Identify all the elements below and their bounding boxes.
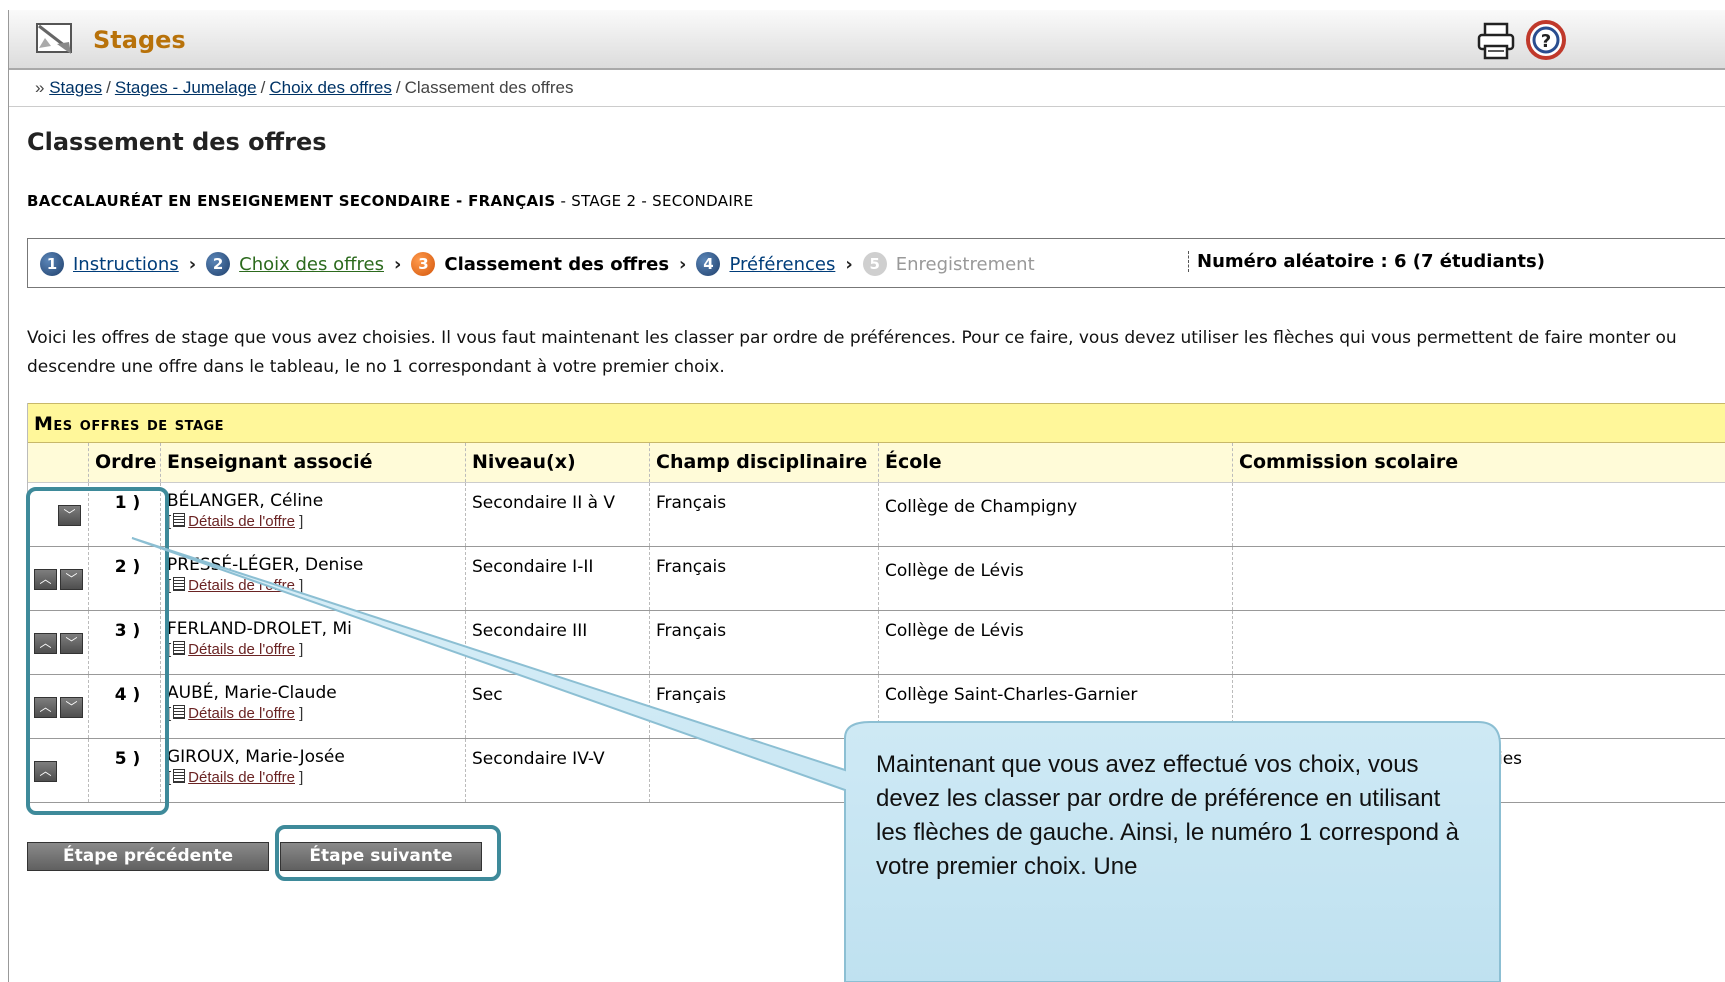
app-header: Stages ? (9, 10, 1725, 70)
row-school: Collège de Lévis (878, 547, 1232, 610)
breadcrumb-current: Classement des offres (404, 78, 574, 97)
breadcrumb: » Stages / Stages - Jumelage / Choix des off… (9, 70, 1725, 107)
col-enseignant: Enseignant associé (160, 443, 465, 482)
step-choix-link[interactable]: Choix des offres (239, 254, 384, 275)
row-level: Secondaire I-II (465, 547, 649, 610)
step-preferences-link[interactable]: Préférences (729, 254, 835, 275)
col-niveau: Niveau(x) (465, 443, 649, 482)
printer-icon[interactable] (1476, 22, 1516, 60)
row-board (1232, 483, 1725, 546)
table-row: ︿ ﹀ 3 ) FERLAND-DROLET, Mi [Détails de l'… (28, 611, 1725, 675)
step-instructions-link[interactable]: Instructions (73, 254, 179, 275)
step-5-number: 5 (862, 252, 887, 276)
steps-bar: 1 Instructions › 2 Choix des offres › 3 … (27, 238, 1725, 288)
offer-details-link[interactable]: Détails de l'offre (188, 769, 295, 786)
row-field: Français (649, 483, 878, 546)
row-teacher: BÉLANGER, Céline (167, 491, 324, 511)
table-header: Ordre Enseignant associé Niveau(x) Champ… (28, 443, 1725, 483)
program-label: BACCALAURÉAT EN ENSEIGNEMENT SECONDAIRE … (27, 192, 754, 210)
row-school: Collège de Champigny (878, 483, 1232, 546)
program-stage: - STAGE 2 - SECONDAIRE (560, 192, 754, 210)
offers-table: Mes offres de stage Ordre Enseignant ass… (27, 403, 1725, 803)
table-row: ﹀ 1 ) BÉLANGER, Céline [Détails de l'off… (28, 483, 1725, 547)
row-board (1232, 611, 1725, 674)
table-row: ︿ ﹀ 4 ) AUBÉ, Marie-Claude [Détails de l'… (28, 675, 1725, 739)
row-field (649, 739, 878, 802)
document-icon (173, 769, 186, 783)
row-field: Français (649, 611, 878, 674)
row-teacher: PRESSÉ-LÉGER, Denise (167, 555, 364, 575)
window-top (0, 0, 1725, 10)
step-1-number: 1 (40, 252, 64, 276)
row-level: Sec (465, 675, 649, 738)
svg-text:?: ? (1541, 31, 1551, 52)
document-icon (173, 577, 186, 591)
col-champ: Champ disciplinaire (649, 443, 878, 482)
breadcrumb-link-choix[interactable]: Choix des offres (269, 78, 392, 97)
row-school: Collège de Lévis (878, 611, 1232, 674)
col-ordre: Ordre (88, 443, 160, 482)
row-teacher: GIROUX, Marie-Josée (167, 747, 345, 767)
row-board (1232, 547, 1725, 610)
document-icon (173, 641, 186, 655)
program-name: BACCALAURÉAT EN ENSEIGNEMENT SECONDAIRE … (27, 192, 556, 210)
col-ecole: École (878, 443, 1232, 482)
row-school: Collège Saint-Charles-Garnier (878, 675, 1232, 738)
help-icon[interactable]: ? (1526, 20, 1566, 60)
offer-details-link[interactable]: Détails de l'offre (188, 641, 295, 658)
step-enregistrement-disabled: Enregistrement (895, 253, 1035, 275)
app-title: Stages (93, 26, 186, 54)
breadcrumb-prefix: » (35, 78, 45, 97)
breadcrumb-link-stages[interactable]: Stages (49, 78, 102, 97)
document-icon (173, 513, 186, 527)
offer-details-link[interactable]: Détails de l'offre (188, 705, 295, 722)
intro-text: Voici les offres de stage que vous avez … (27, 328, 1677, 377)
row-teacher: FERLAND-DROLET, Mi (167, 619, 352, 639)
stages-logo-icon (36, 23, 72, 54)
next-button-highlight (275, 825, 501, 881)
table-row: ︿ ﹀ 2 ) PRESSÉ-LÉGER, Denise [Détails de … (28, 547, 1725, 611)
callout-text: Maintenant que vous avez effectué vos ch… (876, 751, 1460, 880)
chevron-right-icon: › (845, 253, 853, 275)
row-level: Secondaire III (465, 611, 649, 674)
page-title: Classement des offres (27, 128, 327, 156)
arrows-highlight (26, 487, 169, 815)
col-arrows (28, 443, 88, 482)
row-teacher: AUBÉ, Marie-Claude (167, 683, 337, 703)
chevron-right-icon: › (679, 253, 687, 275)
offer-details-link[interactable]: Détails de l'offre (188, 513, 295, 530)
step-4-number: 4 (696, 252, 721, 276)
chevron-right-icon: › (393, 253, 402, 275)
row-level: Secondaire IV-V (465, 739, 649, 802)
step-3-number: 3 (411, 252, 436, 276)
row-field: Français (649, 675, 878, 738)
breadcrumb-link-jumelage[interactable]: Stages - Jumelage (115, 78, 257, 97)
row-board (1232, 675, 1725, 738)
col-commission: Commission scolaire (1232, 443, 1725, 482)
table-caption: Mes offres de stage (28, 403, 1725, 443)
document-icon (173, 705, 186, 719)
random-number-label: Numéro aléatoire : 6 (7 étudiants) (1188, 251, 1545, 272)
offer-details-link[interactable]: Détails de l'offre (188, 577, 295, 594)
chevron-right-icon: › (188, 253, 197, 275)
step-2-number: 2 (206, 252, 231, 276)
row-field: Français (649, 547, 878, 610)
row-level: Secondaire II à V (465, 483, 649, 546)
step-classement-current: Classement des offres (444, 253, 670, 275)
previous-step-button[interactable]: Étape précédente (27, 842, 269, 871)
